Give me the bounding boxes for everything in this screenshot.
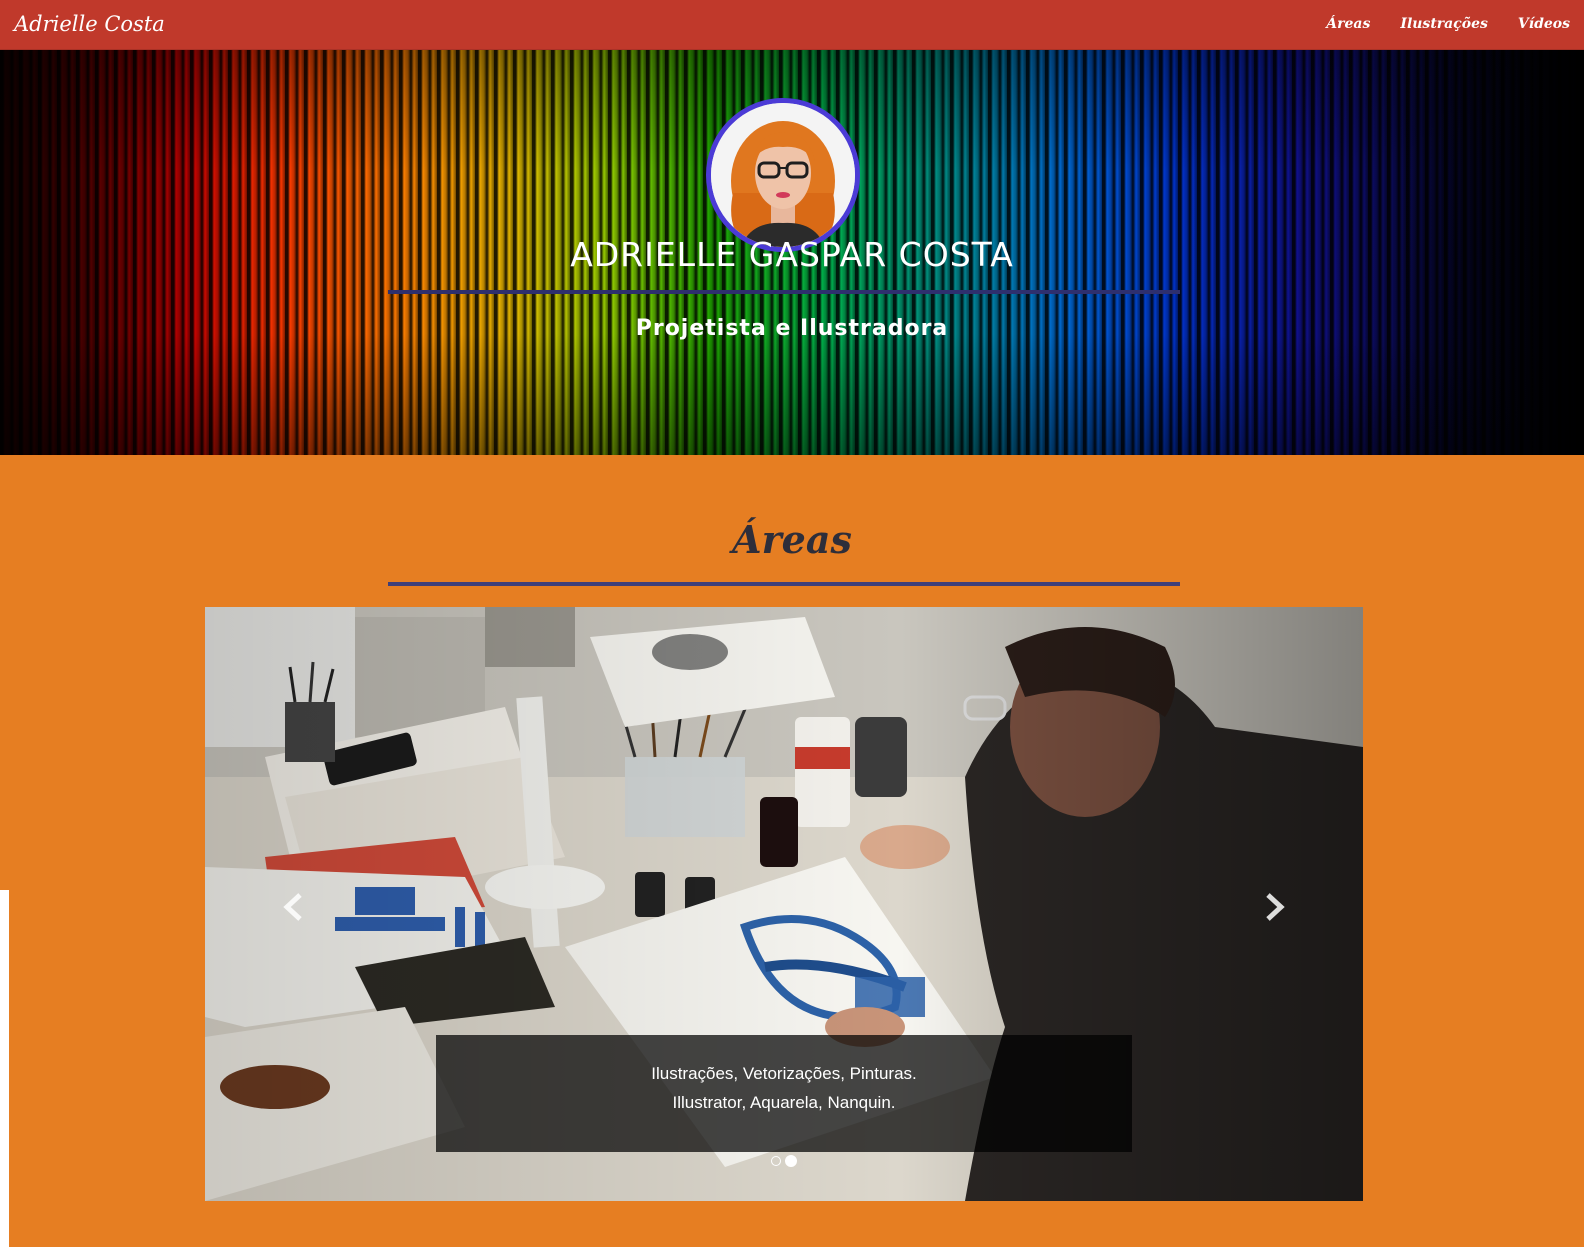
hero-divider — [388, 290, 1180, 294]
carousel-prev-button[interactable] — [275, 887, 315, 927]
nav-links: Áreas Ilustrações Vídeos — [1326, 16, 1570, 32]
caption-line-2: Illustrator, Aquarela, Nanquin. — [672, 1093, 896, 1112]
caption-line-1: Ilustrações, Vetorizações, Pinturas. — [651, 1064, 917, 1083]
page-edge-gap — [0, 890, 9, 1247]
areas-divider — [388, 582, 1180, 586]
chevron-right-icon — [1266, 893, 1285, 921]
areas-carousel[interactable]: Ilustrações, Vetorizações, Pinturas. Ill… — [205, 607, 1363, 1201]
carousel-caption: Ilustrações, Vetorizações, Pinturas. Ill… — [436, 1035, 1132, 1152]
hero-name: ADRIELLE GASPAR COSTA — [570, 235, 1014, 274]
hero-subtitle: Projetista e Ilustradora — [635, 316, 949, 341]
carousel-indicator-2[interactable] — [785, 1155, 797, 1167]
carousel-indicators — [205, 1155, 1363, 1167]
avatar-portrait — [711, 103, 855, 247]
hero-banner: ADRIELLE GASPAR COSTA Projetista e Ilust… — [0, 50, 1584, 455]
areas-title: Áreas — [732, 517, 852, 562]
nav-link-ilustracoes[interactable]: Ilustrações — [1400, 16, 1488, 32]
navbar: Adrielle Costa Áreas Ilustrações Vídeos — [0, 0, 1584, 50]
areas-section: Áreas Ilustrações, Vetorizações, Pintura… — [0, 455, 1584, 1247]
avatar — [706, 98, 860, 252]
carousel-indicator-1[interactable] — [771, 1156, 781, 1166]
carousel-next-button[interactable] — [1253, 887, 1293, 927]
brand-link[interactable]: Adrielle Costa — [14, 12, 165, 36]
nav-link-videos[interactable]: Vídeos — [1518, 16, 1570, 32]
chevron-left-icon — [283, 893, 302, 921]
nav-link-areas[interactable]: Áreas — [1326, 16, 1370, 32]
